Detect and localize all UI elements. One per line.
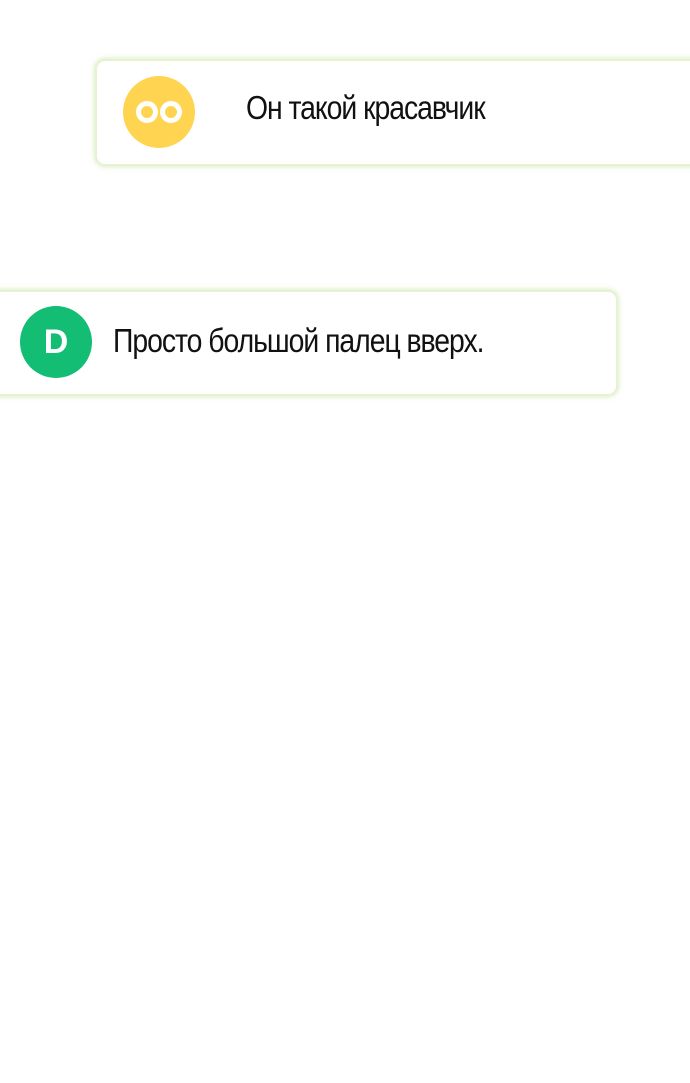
chat-screen: Он такой красавчик D Просто большой пале… <box>0 0 690 1083</box>
message-bubble[interactable]: Он такой красавчик <box>95 59 690 166</box>
message-text: Он такой красавчик <box>246 89 486 126</box>
avatar[interactable]: D <box>20 306 92 378</box>
message-text: Просто большой палец вверх. <box>113 322 485 359</box>
avatar[interactable] <box>123 76 195 148</box>
message-bubble[interactable]: D Просто большой палец вверх. <box>0 290 618 396</box>
eyes-icon <box>136 101 182 123</box>
avatar-letter: D <box>43 323 69 361</box>
